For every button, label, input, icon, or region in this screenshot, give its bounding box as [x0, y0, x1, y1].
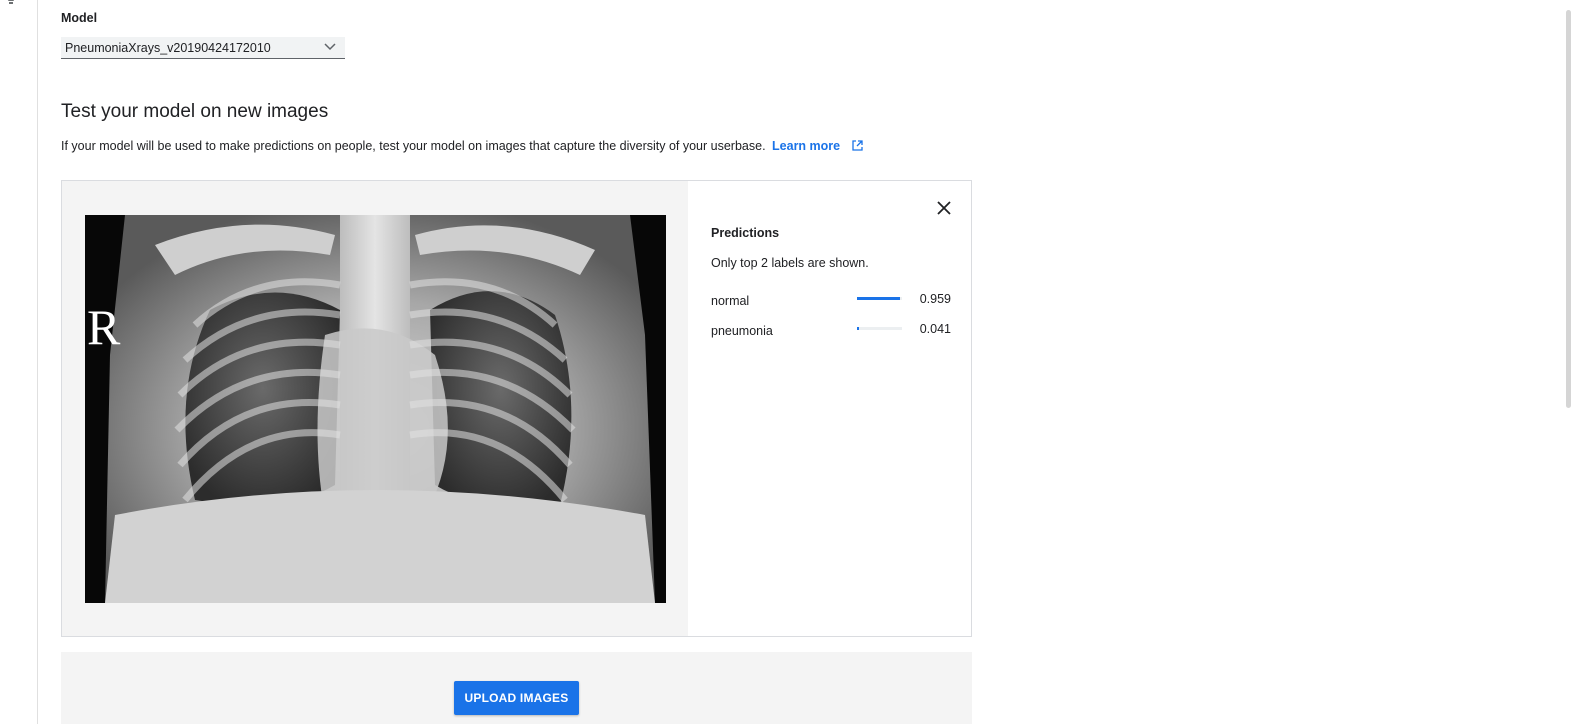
lightbulb-icon[interactable] [2, 0, 20, 10]
score-bar-fill [857, 327, 859, 330]
chevron-down-icon [324, 43, 336, 51]
model-select[interactable]: PneumoniaXrays_v20190424172010 [61, 37, 345, 59]
predictions-title: Predictions [711, 226, 780, 240]
model-label: Model [61, 11, 98, 25]
model-select-value: PneumoniaXrays_v20190424172010 [65, 41, 271, 55]
score-bar-fill [857, 297, 901, 300]
learn-more-link[interactable]: Learn more [772, 139, 840, 153]
left-rail [0, 0, 38, 724]
prediction-row-pneumonia: pneumonia 0.041 [711, 321, 951, 339]
score-bar [857, 327, 902, 330]
prediction-card: R Predictions Only top 2 labels are show… [61, 180, 972, 637]
predictions-panel: Predictions Only top 2 labels are shown.… [688, 181, 971, 636]
prediction-label: normal [711, 294, 750, 308]
description: If your model will be used to make predi… [61, 139, 863, 153]
upload-area: UPLOAD IMAGES [61, 652, 972, 724]
upload-images-button[interactable]: UPLOAD IMAGES [454, 681, 579, 715]
predictions-note: Only top 2 labels are shown. [711, 256, 869, 270]
prediction-row-normal: normal 0.959 [711, 291, 951, 309]
section-title: Test your model on new images [61, 101, 329, 122]
scrollbar[interactable] [1563, 0, 1573, 724]
prediction-score: 0.959 [919, 292, 951, 306]
prediction-score: 0.041 [919, 322, 951, 336]
external-link-icon[interactable] [851, 140, 863, 151]
description-text: If your model will be used to make predi… [61, 139, 766, 153]
xray-drawing: R [85, 215, 666, 603]
prediction-label: pneumonia [711, 324, 773, 338]
xray-marker: R [87, 299, 121, 355]
score-bar [857, 297, 902, 300]
close-icon[interactable] [935, 199, 953, 217]
image-pane: R [62, 181, 688, 636]
scrollbar-thumb[interactable] [1566, 10, 1571, 408]
xray-image: R [85, 215, 666, 603]
